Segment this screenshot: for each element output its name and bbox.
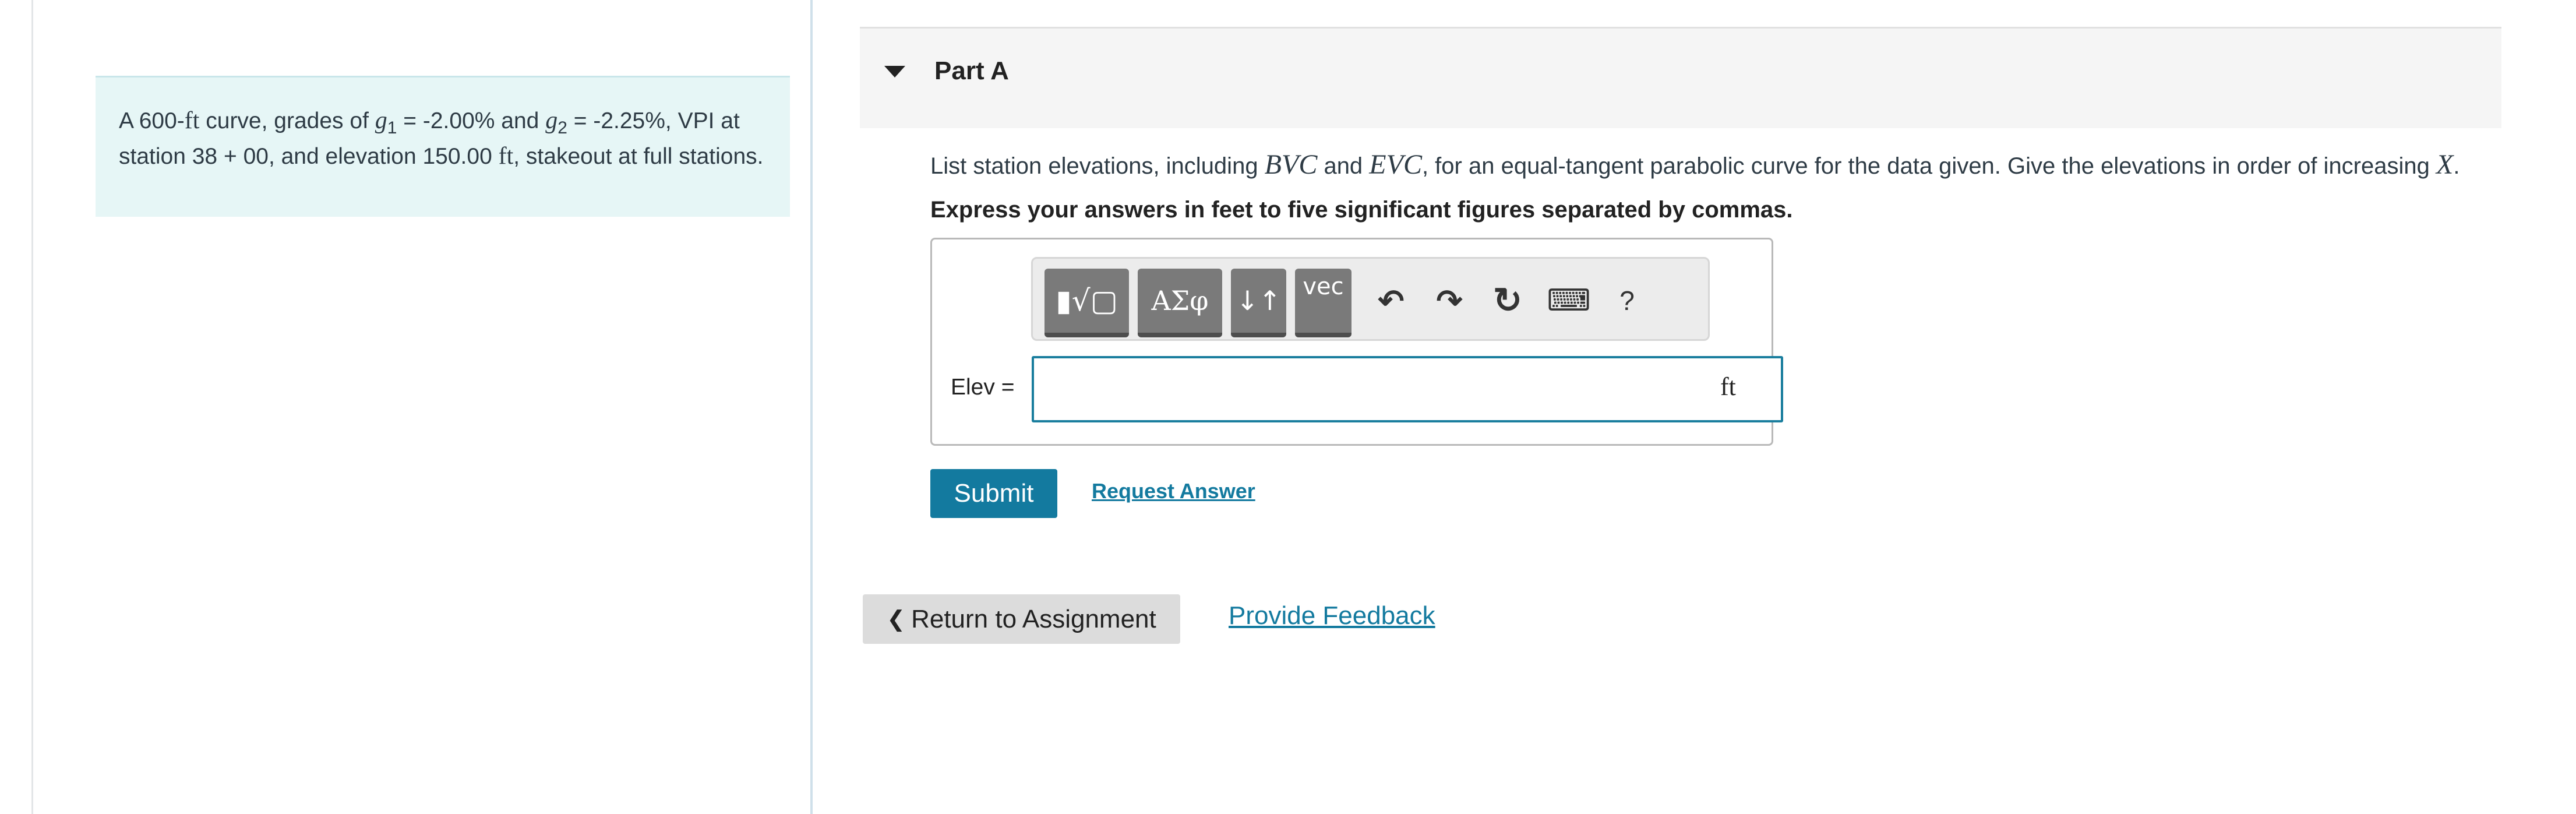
left-border (31, 0, 33, 814)
provide-feedback-link[interactable]: Provide Feedback (1229, 601, 1435, 630)
prompt-text: and (1317, 153, 1370, 179)
reset-icon[interactable]: ↻ (1487, 272, 1528, 330)
unit-ft: ft (184, 107, 200, 134)
pane-divider (810, 0, 813, 814)
redo-icon[interactable]: ↷ (1429, 272, 1470, 330)
g2-symbol: g (545, 107, 558, 134)
return-to-assignment-button[interactable]: ❮ Return to Assignment (863, 594, 1180, 644)
undo-icon[interactable]: ↶ (1371, 272, 1411, 330)
math-toolbar: ▮√▢ ΑΣφ ↓↑ vec ↶ ↷ ↻ ⌨ ? (1031, 257, 1710, 341)
g1-subscript: 1 (387, 118, 397, 138)
arrows-icon[interactable]: ↓↑ (1231, 269, 1286, 337)
request-answer-link[interactable]: Request Answer (1092, 479, 1255, 503)
elev-label: Elev = (951, 375, 1015, 400)
problem-text: = -2.00% and (397, 108, 546, 133)
chevron-left-icon: ❮ (887, 607, 906, 632)
answer-instruction: Express your answers in feet to five sig… (930, 197, 1793, 223)
evc-symbol: EVC (1369, 149, 1422, 180)
greek-symbols-icon[interactable]: ΑΣφ (1138, 269, 1222, 337)
x-symbol: X (2436, 149, 2454, 180)
help-icon[interactable]: ? (1610, 272, 1645, 330)
vector-icon[interactable]: vec (1295, 269, 1351, 337)
keyboard-icon[interactable]: ⌨ (1545, 272, 1592, 330)
unit-ft: ft (498, 142, 514, 170)
bvc-symbol: BVC (1264, 149, 1318, 180)
g1-symbol: g (375, 107, 387, 134)
problem-statement: A 600-ft curve, grades of g1 = -2.00% an… (96, 76, 790, 217)
problem-text: A 600- (119, 108, 185, 133)
prompt-text: . (2453, 153, 2460, 179)
part-a-header[interactable]: Part A (860, 27, 2501, 128)
templates-icon[interactable]: ▮√▢ (1044, 269, 1129, 337)
g2-subscript: 2 (557, 118, 567, 138)
prompt-text: List station elevations, including (930, 153, 1265, 179)
prompt-text: , for an equal-tangent parabolic curve f… (1421, 153, 2436, 179)
submit-button[interactable]: Submit (930, 469, 1057, 518)
problem-text: curve, grades of (199, 108, 375, 133)
elevation-answer-input[interactable] (1032, 356, 1783, 422)
question-prompt: List station elevations, including BVC a… (930, 149, 2459, 181)
caret-down-icon[interactable] (884, 66, 905, 77)
answer-panel: ▮√▢ ΑΣφ ↓↑ vec ↶ ↷ ↻ ⌨ ? Elev = ft (930, 238, 1783, 446)
return-label: Return to Assignment (911, 604, 1156, 633)
problem-text: , stakeout at full stations. (513, 143, 764, 169)
part-title: Part A (934, 57, 1009, 85)
unit-label: ft (1720, 372, 1736, 401)
